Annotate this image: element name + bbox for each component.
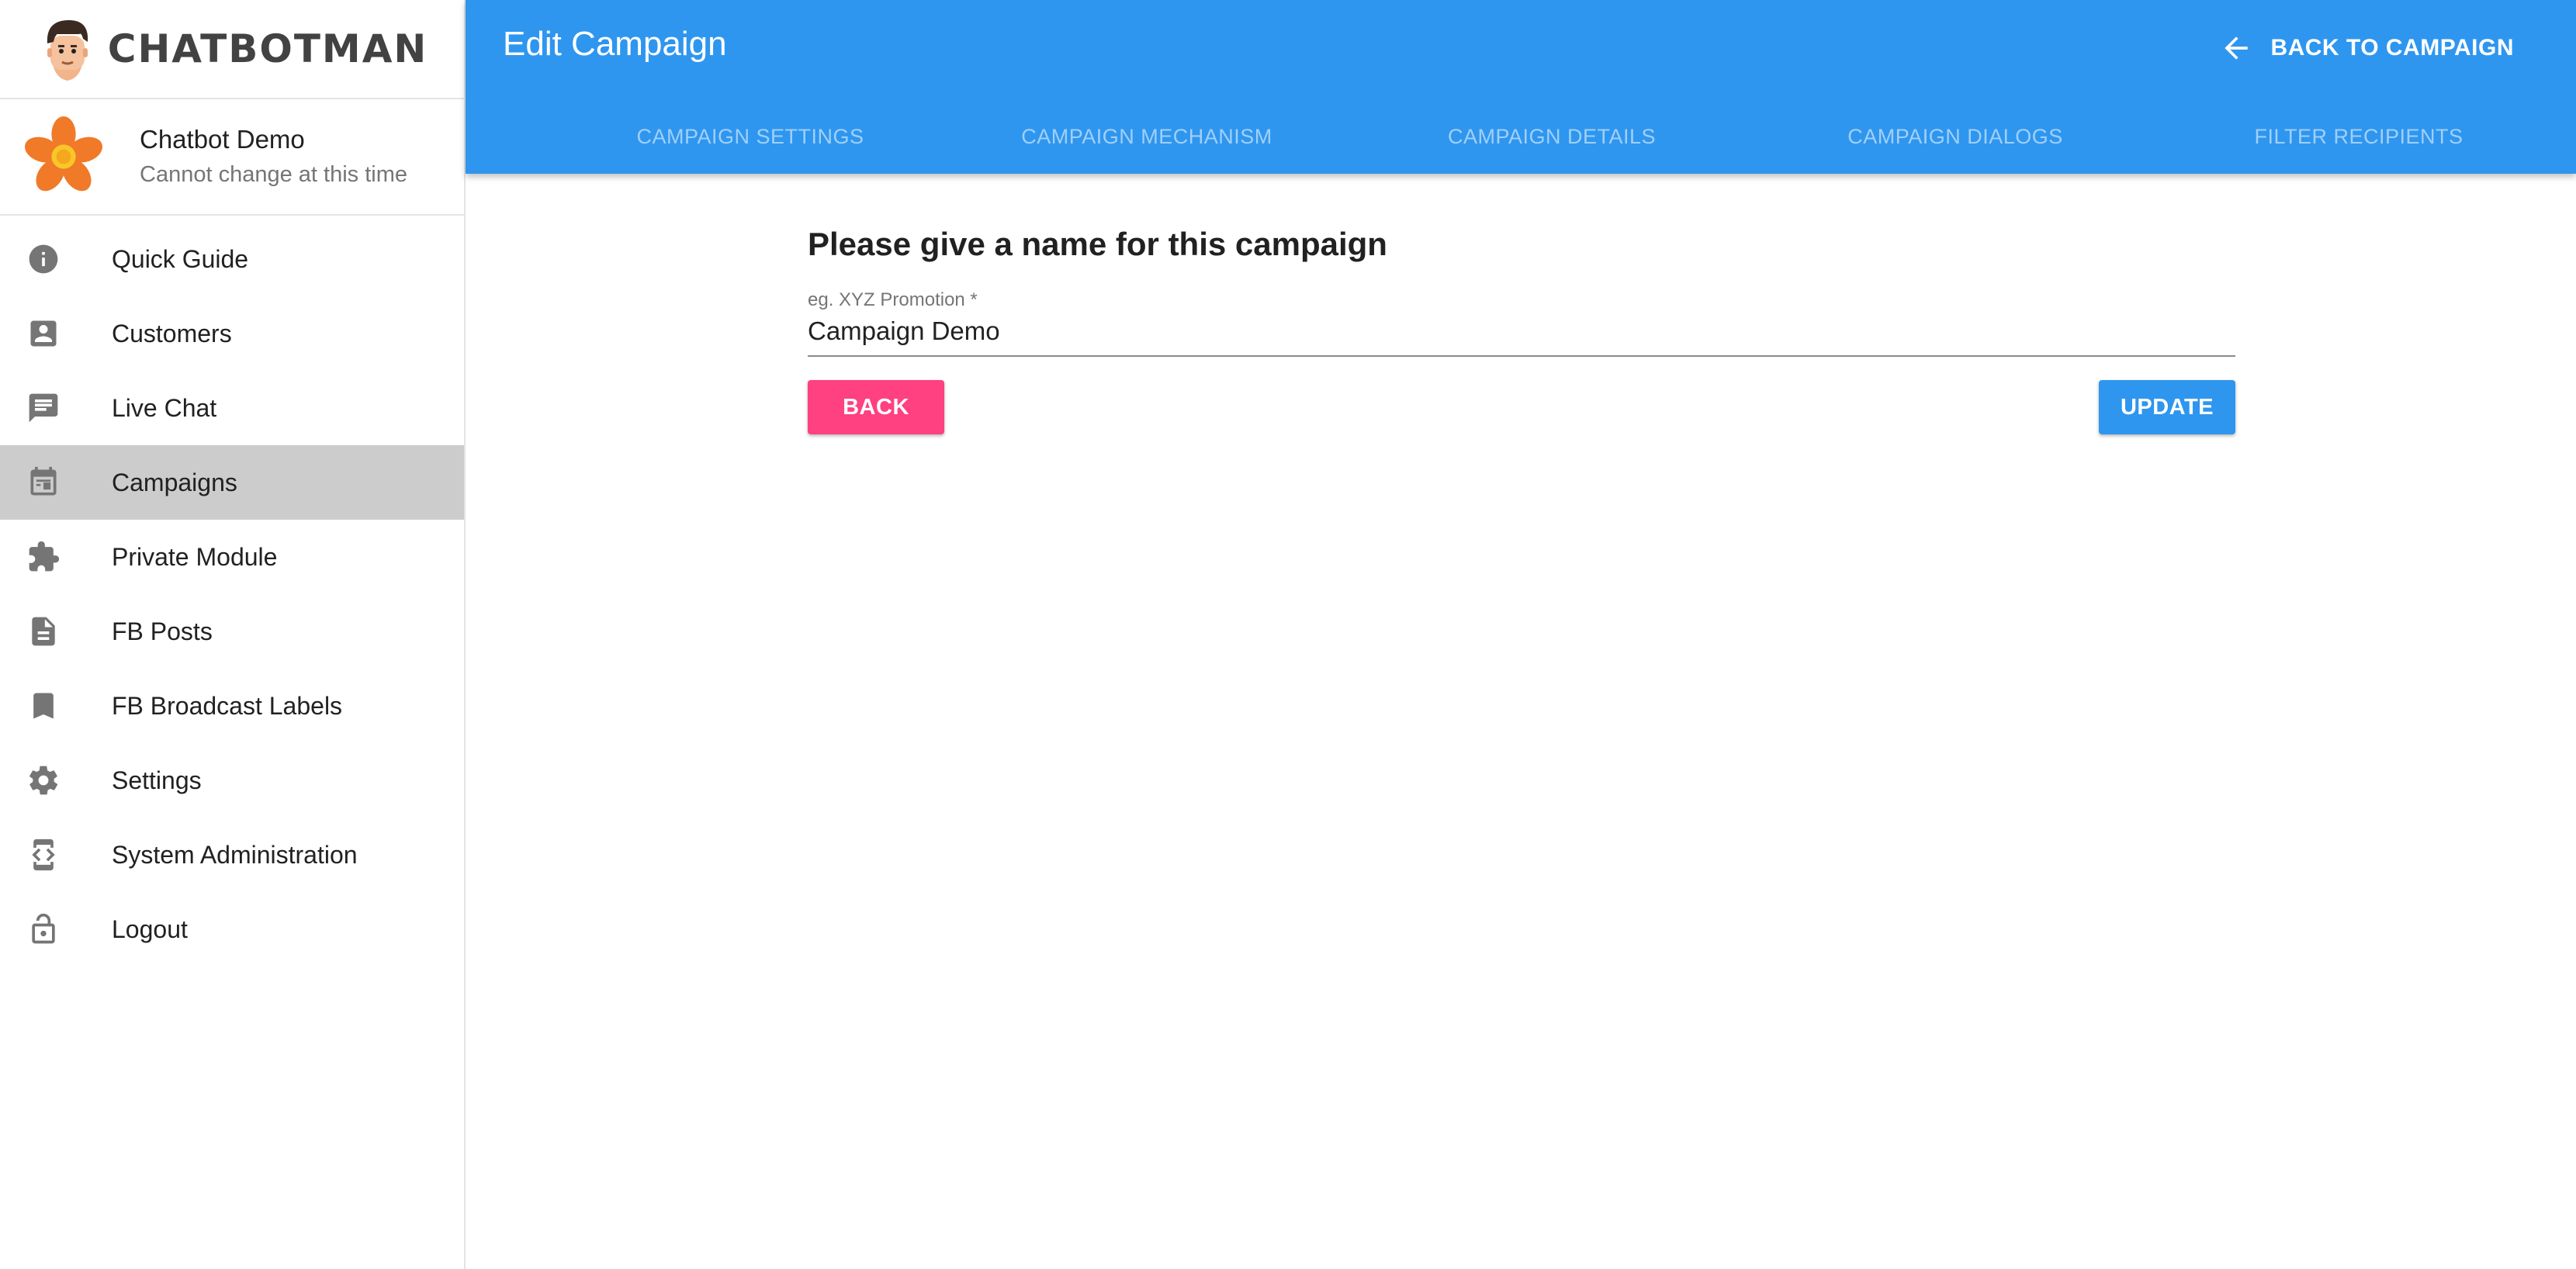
sidebar-item-live-chat[interactable]: Live Chat <box>0 371 464 445</box>
sidebar-item-private-module[interactable]: Private Module <box>0 520 464 594</box>
bot-selector: Chatbot Demo Cannot change at this time <box>0 99 464 216</box>
calendar-icon <box>26 465 61 500</box>
sidebar-item-label: Logout <box>112 915 188 943</box>
campaign-tabs: CAMPAIGN SETTINGS CAMPAIGN MECHANISM CAM… <box>466 109 2576 164</box>
back-to-campaign-label: BACK TO CAMPAIGN <box>2270 35 2514 61</box>
tab-filter-recipients[interactable]: FILTER RECIPIENTS <box>2211 109 2506 164</box>
sidebar-item-fb-broadcast-labels[interactable]: FB Broadcast Labels <box>0 669 464 743</box>
bot-name: Chatbot Demo <box>140 125 305 154</box>
app-bar: Edit Campaign BACK TO CAMPAIGN CAMPAIGN … <box>466 0 2576 174</box>
brand-name: CHATBOTMAN <box>107 26 428 71</box>
account-box-icon <box>26 316 61 351</box>
info-icon <box>26 242 61 276</box>
sidebar-item-logout[interactable]: Logout <box>0 892 464 966</box>
sidebar-item-label: Campaigns <box>112 468 237 496</box>
update-button[interactable]: UPDATE <box>2099 380 2235 434</box>
sidebar-item-label: Customers <box>112 319 232 348</box>
chatbotman-logo-icon <box>47 20 88 81</box>
chat-icon <box>26 391 61 425</box>
campaign-name-field: eg. XYZ Promotion * <box>808 289 2235 357</box>
campaign-name-label: eg. XYZ Promotion * <box>808 289 978 310</box>
sidebar-item-quick-guide[interactable]: Quick Guide <box>0 222 464 296</box>
back-button[interactable]: BACK <box>808 380 944 434</box>
sidebar-item-campaigns[interactable]: Campaigns <box>0 445 464 520</box>
flower-avatar-icon <box>25 116 102 192</box>
bot-subtitle: Cannot change at this time <box>140 162 407 187</box>
sidebar-nav: Quick Guide Customers Live Chat Campaign… <box>0 222 464 966</box>
developer-mode-icon <box>26 838 61 872</box>
arrow-back-icon <box>2225 36 2249 60</box>
sidebar-item-label: Private Module <box>112 542 278 571</box>
sidebar-item-system-administration[interactable]: System Administration <box>0 818 464 892</box>
campaign-name-input[interactable] <box>808 312 2235 357</box>
sidebar-item-customers[interactable]: Customers <box>0 296 464 371</box>
sidebar-item-label: Quick Guide <box>112 244 249 273</box>
tab-campaign-details[interactable]: CAMPAIGN DETAILS <box>1404 109 1699 164</box>
bot-info: Chatbot Demo Cannot change at this time <box>140 122 407 192</box>
tab-campaign-settings[interactable]: CAMPAIGN SETTINGS <box>603 109 898 164</box>
puzzle-icon <box>26 540 61 574</box>
page-title: Edit Campaign <box>503 25 727 63</box>
tab-campaign-dialogs[interactable]: CAMPAIGN DIALOGS <box>1808 109 2103 164</box>
document-icon <box>26 614 61 648</box>
sidebar-item-label: Settings <box>112 766 202 794</box>
sidebar-item-label: System Administration <box>112 840 358 869</box>
sidebar-item-label: FB Posts <box>112 617 213 645</box>
lock-open-icon <box>26 912 61 946</box>
back-to-campaign-button[interactable]: BACK TO CAMPAIGN <box>2219 31 2514 65</box>
sidebar-item-label: FB Broadcast Labels <box>112 691 343 720</box>
sidebar-item-label: Live Chat <box>112 393 217 422</box>
campaign-name-form: Please give a name for this campaign eg.… <box>808 225 2235 434</box>
form-actions: BACK UPDATE <box>808 380 2235 434</box>
tab-campaign-mechanism[interactable]: CAMPAIGN MECHANISM <box>999 109 1294 164</box>
sidebar-item-settings[interactable]: Settings <box>0 743 464 818</box>
gear-icon <box>26 763 61 797</box>
sidebar-item-fb-posts[interactable]: FB Posts <box>0 594 464 669</box>
bookmark-icon <box>26 689 61 723</box>
brand-header: CHATBOTMAN <box>0 0 464 99</box>
sidebar: CHATBOTMAN Chatbot Demo Cannot change at… <box>0 0 466 1269</box>
form-heading: Please give a name for this campaign <box>808 226 1387 262</box>
